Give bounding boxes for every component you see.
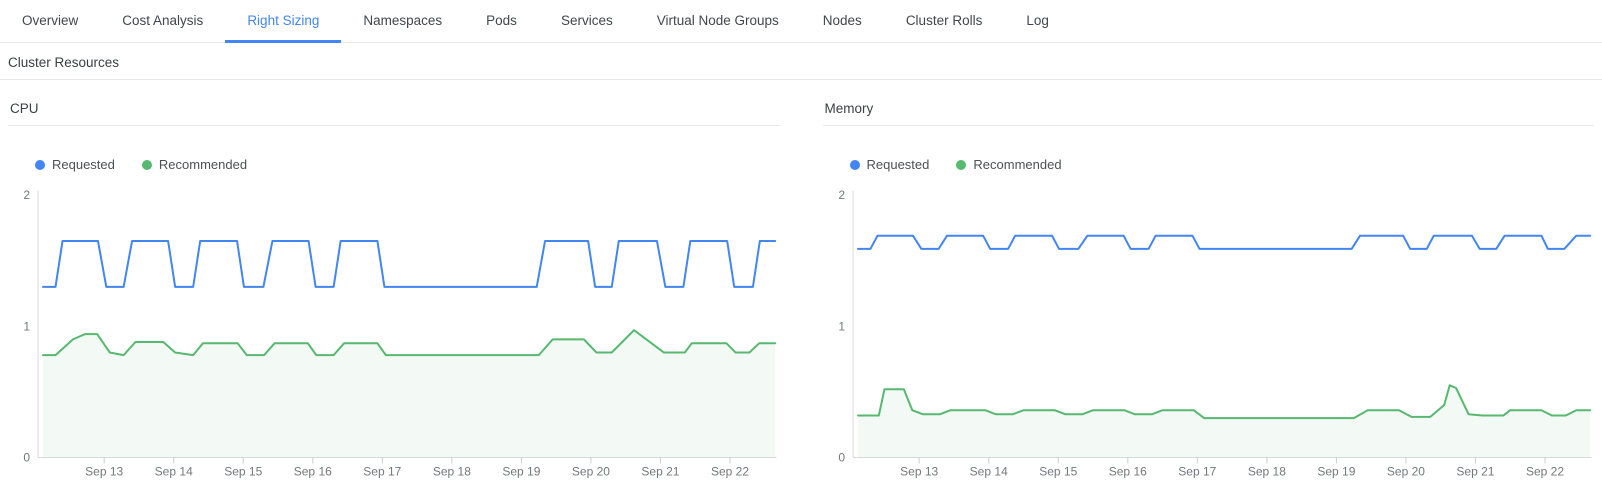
y-tick-label: 0 [23, 451, 30, 465]
memory-chart-title: Memory [823, 101, 1595, 126]
legend-label: Recommended [973, 157, 1061, 172]
y-tick-label: 2 [838, 188, 845, 202]
series-line-requested [43, 241, 775, 287]
legend-item-requested[interactable]: Requested [850, 157, 930, 172]
cpu-chart-title: CPU [8, 101, 780, 126]
x-tick-label: Sep 14 [969, 465, 1007, 479]
x-tick-label: Sep 17 [1178, 465, 1216, 479]
x-tick-label: Sep 13 [900, 465, 938, 479]
x-tick-label: Sep 17 [363, 465, 401, 479]
x-tick-label: Sep 19 [502, 465, 540, 479]
memory-chart-panel: Memory Requested Recommended 0 1 2 Sep 13 Se… [823, 101, 1595, 481]
series-area-recommended [857, 385, 1589, 457]
tab-cluster-rolls[interactable]: Cluster Rolls [884, 0, 1005, 43]
cpu-chart-canvas: 0 1 2 Sep 13 Sep 14 Sep 15 Sep 16 Sep 17 Sep 18 S… [8, 185, 780, 481]
x-tick-label: Sep 22 [1525, 465, 1563, 479]
x-tick-label: Sep 20 [1386, 465, 1424, 479]
series-line-requested [857, 236, 1589, 249]
legend-item-recommended[interactable]: Recommended [956, 157, 1061, 172]
y-tick-label: 2 [23, 188, 30, 202]
x-tick-label: Sep 21 [1456, 465, 1494, 479]
y-tick-label: 0 [838, 451, 845, 465]
legend-dot-icon [142, 160, 152, 170]
tab-log[interactable]: Log [1004, 0, 1071, 43]
x-tick-label: Sep 15 [1039, 465, 1077, 479]
legend-dot-icon [850, 160, 860, 170]
tab-pods[interactable]: Pods [464, 0, 539, 43]
x-tick-label: Sep 15 [224, 465, 262, 479]
legend-label: Recommended [159, 157, 247, 172]
x-tick-label: Sep 20 [572, 465, 610, 479]
cpu-legend: Requested Recommended [35, 157, 780, 172]
legend-item-recommended[interactable]: Recommended [142, 157, 247, 172]
series-area-recommended [43, 330, 775, 457]
tab-virtual-node-groups[interactable]: Virtual Node Groups [635, 0, 801, 43]
legend-dot-icon [35, 160, 45, 170]
tab-overview[interactable]: Overview [0, 0, 100, 43]
x-tick-label: Sep 16 [1108, 465, 1146, 479]
x-tick-label: Sep 13 [85, 465, 123, 479]
tab-namespaces[interactable]: Namespaces [341, 0, 464, 43]
x-tick-label: Sep 14 [155, 465, 193, 479]
legend-label: Requested [867, 157, 930, 172]
x-tick-label: Sep 22 [711, 465, 749, 479]
y-tick-label: 1 [23, 319, 30, 333]
tab-services[interactable]: Services [539, 0, 635, 43]
tab-bar: OverviewCost AnalysisRight SizingNamespa… [0, 0, 1602, 43]
charts-row: CPU Requested Recommended 0 1 2 Sep 13 Sep 1… [0, 101, 1602, 481]
x-tick-label: Sep 21 [641, 465, 679, 479]
y-tick-label: 1 [838, 319, 845, 333]
legend-item-requested[interactable]: Requested [35, 157, 115, 172]
memory-chart-canvas: 0 1 2 Sep 13 Sep 14 Sep 15 Sep 16 Sep 17 Sep 18 S… [823, 185, 1595, 481]
legend-dot-icon [956, 160, 966, 170]
tab-nodes[interactable]: Nodes [801, 0, 884, 43]
legend-label: Requested [52, 157, 115, 172]
x-tick-label: Sep 18 [433, 465, 471, 479]
memory-legend: Requested Recommended [850, 157, 1595, 172]
tab-cost-analysis[interactable]: Cost Analysis [100, 0, 225, 43]
x-tick-label: Sep 18 [1247, 465, 1285, 479]
tab-right-sizing[interactable]: Right Sizing [225, 0, 341, 43]
x-tick-label: Sep 16 [294, 465, 332, 479]
x-tick-label: Sep 19 [1317, 465, 1355, 479]
cpu-chart-panel: CPU Requested Recommended 0 1 2 Sep 13 Sep 1… [8, 101, 780, 481]
section-title: Cluster Resources [0, 43, 1602, 80]
